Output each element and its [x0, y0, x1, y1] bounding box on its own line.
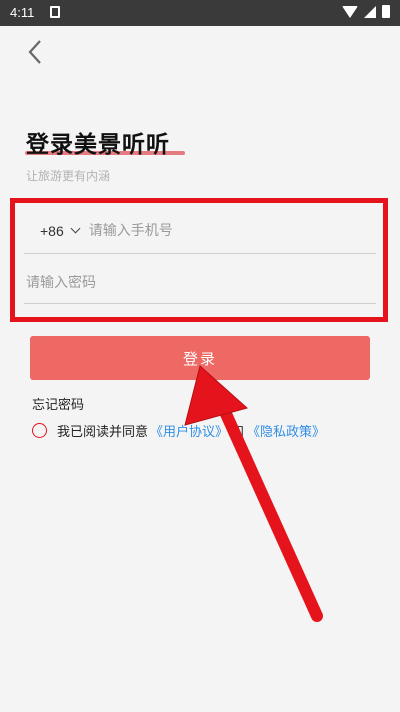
status-bar: 4:11 [0, 0, 400, 26]
agreement-row: 我已阅读并同意 《用户协议》 和 《隐私政策》 [32, 421, 325, 440]
agreement-prefix: 我已阅读并同意 [57, 425, 149, 440]
agreement-and: 和 [231, 425, 245, 440]
battery-icon [382, 5, 390, 18]
wifi-icon [342, 5, 358, 18]
annotation-highlight-box [10, 198, 388, 322]
status-time: 4:11 [10, 5, 35, 20]
notification-icon [50, 6, 60, 18]
forgot-password-link[interactable]: 忘记密码 [32, 394, 84, 413]
privacy-policy-link[interactable]: 《隐私政策》 [247, 421, 325, 440]
user-agreement-link[interactable]: 《用户协议》 [150, 421, 228, 440]
page-title: 登录美景听听 [26, 132, 170, 158]
page-subtitle: 让旅游更有内涵 [26, 169, 111, 183]
login-button[interactable]: 登录 [30, 336, 370, 380]
agreement-radio[interactable] [32, 423, 47, 438]
status-icons [342, 5, 390, 18]
signal-icon [364, 5, 376, 18]
back-button[interactable] [24, 38, 48, 66]
chevron-left-icon [28, 40, 41, 64]
